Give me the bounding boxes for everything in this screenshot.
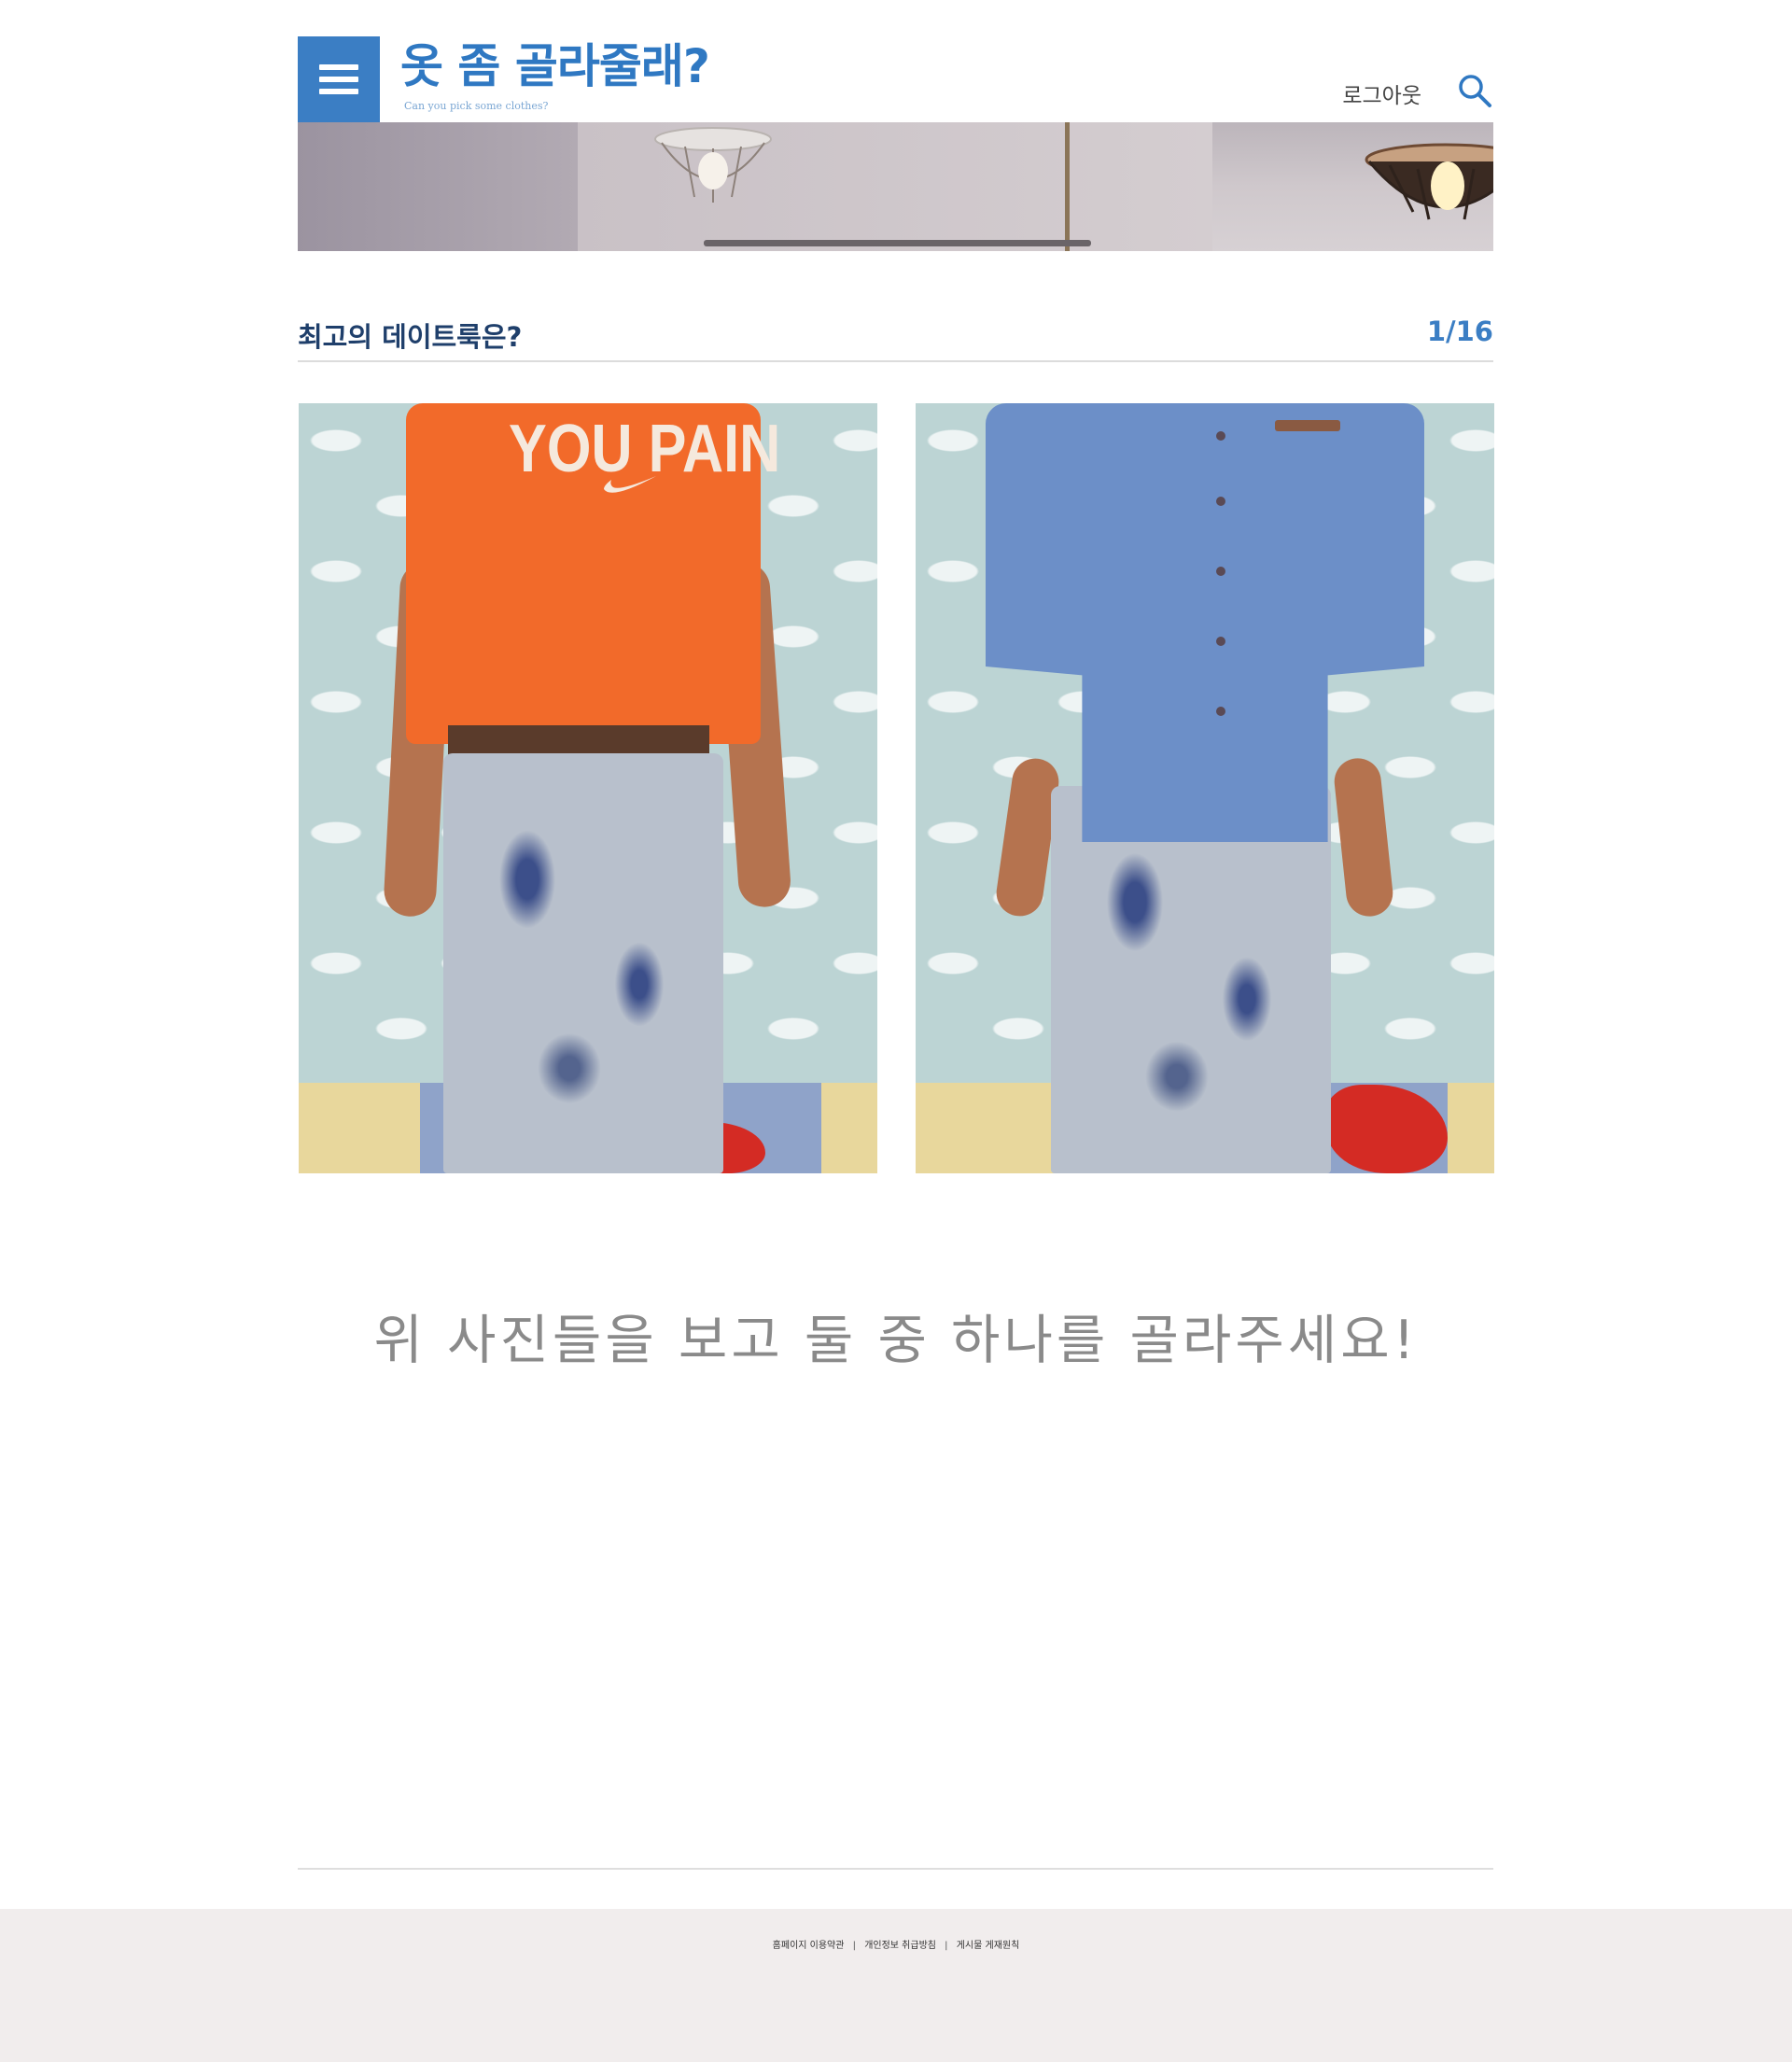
banner-wall <box>298 122 578 251</box>
bleached-jeans <box>1051 786 1331 1173</box>
content-divider <box>298 1868 1493 1870</box>
site-footer: 홈페이지 이용약관 | 개인정보 취급방침 | 게시물 게재원칙 <box>0 1909 1792 2062</box>
hamburger-menu-icon[interactable] <box>298 36 380 122</box>
footer-link-posting-policy[interactable]: 게시물 게재원칙 <box>957 1941 1020 1951</box>
header-banner-image <box>298 122 1493 251</box>
shirt-button <box>1216 637 1225 646</box>
swoosh-icon <box>604 476 656 493</box>
shirt-button <box>1216 431 1225 441</box>
shirt-button <box>1216 497 1225 506</box>
menu-bar <box>319 64 358 70</box>
search-icon[interactable] <box>1456 72 1493 109</box>
footer-links: 홈페이지 이용약관 | 개인정보 취급방침 | 게시물 게재원칙 <box>0 1937 1792 1951</box>
question-title: 최고의 데이트룩은? <box>298 321 523 353</box>
banner-rope <box>1065 122 1070 251</box>
menu-bar <box>319 77 358 82</box>
site-header: 옷 좀 골라줄래? Can you pick some clothes? 로그아… <box>298 36 1493 122</box>
question-progress: 1/16 <box>1426 316 1493 347</box>
footer-link-terms[interactable]: 홈페이지 이용약관 <box>773 1941 845 1951</box>
banner-lamp <box>1365 143 1493 220</box>
site-logo-title[interactable]: 옷 좀 골라줄래? <box>400 38 710 94</box>
footer-separator: | <box>945 1941 948 1951</box>
question-header: 최고의 데이트룩은? 1/16 <box>298 310 1493 362</box>
footer-separator: | <box>852 1941 857 1951</box>
logout-link[interactable]: 로그아웃 <box>1342 77 1421 109</box>
outfit-option-right[interactable] <box>916 403 1494 1173</box>
shirt-button <box>1216 707 1225 716</box>
menu-bar <box>319 89 358 94</box>
bleached-jeans <box>443 753 723 1173</box>
outfit-option-left[interactable]: YOU PAIN <box>299 403 877 1173</box>
banner-lamp <box>654 127 772 203</box>
shirt-button <box>1216 567 1225 576</box>
shirt-pocket <box>1275 420 1340 431</box>
instruction-text: 위 사진들을 보고 둘 중 하나를 골라주세요! <box>373 1310 1419 1371</box>
site-logo-subtitle: Can you pick some clothes? <box>404 100 549 112</box>
footer-link-privacy[interactable]: 개인정보 취급방침 <box>864 1941 936 1951</box>
banner-clothes-rod <box>704 240 1091 246</box>
